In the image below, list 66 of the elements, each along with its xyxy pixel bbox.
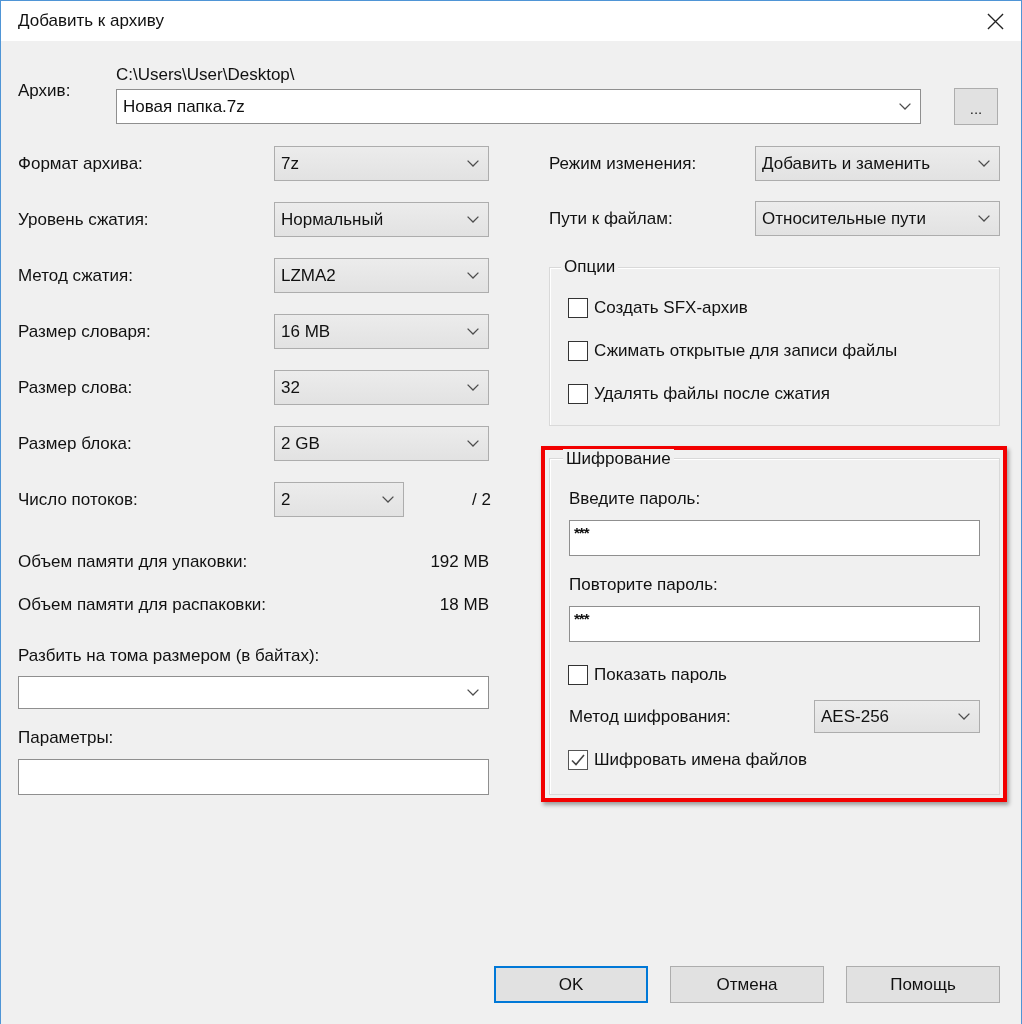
memory-label: Объем памяти для распаковки: bbox=[18, 595, 267, 615]
dropdown[interactable]: Добавить и заменить bbox=[755, 146, 1000, 181]
field-label: Архив: bbox=[18, 81, 72, 101]
memory-value: 18 MB bbox=[439, 595, 489, 615]
checkbox-label[interactable]: Показать пароль bbox=[594, 665, 727, 685]
checkbox[interactable] bbox=[568, 341, 588, 361]
field-label: Метод шифрования: bbox=[569, 706, 732, 727]
archive-name-field[interactable]: Новая папка.7z bbox=[116, 89, 921, 124]
chevron-icon bbox=[978, 215, 990, 222]
chevron-icon bbox=[467, 160, 479, 167]
field-label: Режим изменения: bbox=[549, 153, 698, 174]
chevron-icon bbox=[958, 713, 970, 720]
dialog-button[interactable]: Помощь bbox=[846, 966, 1000, 1003]
dropdown[interactable]: 16 MB bbox=[274, 314, 489, 349]
checkbox-label[interactable]: Создать SFX-архив bbox=[594, 298, 748, 318]
checkbox[interactable] bbox=[568, 298, 588, 318]
group-title: Опции bbox=[561, 257, 619, 277]
password-field[interactable]: *** bbox=[569, 606, 980, 642]
dialog-button[interactable]: Отмена bbox=[670, 966, 824, 1003]
dropdown[interactable]: AES-256 bbox=[814, 700, 980, 733]
dropdown[interactable]: Относительные пути bbox=[755, 201, 1000, 236]
chevron-icon bbox=[467, 328, 479, 335]
field-label: Разбить на тома размером (в байтах): bbox=[18, 646, 321, 666]
dropdown[interactable]: 7z bbox=[274, 146, 489, 181]
chevron-icon bbox=[467, 440, 479, 447]
volume-size-field[interactable] bbox=[18, 676, 489, 709]
close-icon[interactable] bbox=[987, 12, 1004, 30]
field-label: Метод сжатия: bbox=[18, 265, 134, 286]
browse-button[interactable]: ... bbox=[954, 88, 998, 125]
chevron-icon bbox=[382, 496, 394, 503]
chevron-icon bbox=[899, 103, 911, 110]
window-title: Добавить к архиву bbox=[18, 11, 164, 31]
chevron-icon bbox=[978, 160, 990, 167]
dropdown[interactable]: Нормальный bbox=[274, 202, 489, 237]
field-label: Уровень сжатия: bbox=[18, 209, 150, 230]
field-label: Размер словаря: bbox=[18, 321, 152, 342]
field-label: Введите пароль: bbox=[569, 489, 702, 509]
thread-count-max: / 2 bbox=[472, 489, 491, 510]
memory-label: Объем памяти для упаковки: bbox=[18, 552, 248, 572]
memory-value: 192 MB bbox=[430, 552, 489, 572]
dropdown[interactable]: 2 GB bbox=[274, 426, 489, 461]
field-label: Число потоков: bbox=[18, 489, 139, 510]
parameters-field[interactable] bbox=[18, 759, 489, 795]
field-label: Размер слова: bbox=[18, 377, 134, 398]
field-label: Пути к файлам: bbox=[549, 208, 674, 229]
field-label: Повторите пароль: bbox=[569, 575, 719, 595]
chevron-icon bbox=[467, 689, 479, 696]
dropdown[interactable]: 32 bbox=[274, 370, 489, 405]
checkbox-label[interactable]: Удалять файлы после сжатия bbox=[594, 384, 831, 404]
dialog-button[interactable]: OK bbox=[494, 966, 648, 1003]
password-field[interactable]: *** bbox=[569, 520, 980, 556]
group-title: Шифрование bbox=[563, 449, 674, 469]
field-label: Параметры: bbox=[18, 728, 115, 748]
field-label: Формат архива: bbox=[18, 153, 144, 174]
checkbox-label[interactable]: Сжимать открытые для записи файлы bbox=[594, 341, 898, 361]
checkbox-label[interactable]: Шифровать имена файлов bbox=[594, 750, 807, 770]
archive-path: C:\Users\User\Desktop\ bbox=[116, 65, 296, 85]
dropdown[interactable]: LZMA2 bbox=[274, 258, 489, 293]
field-label: Размер блока: bbox=[18, 433, 133, 454]
chevron-icon bbox=[467, 384, 479, 391]
dropdown[interactable]: 2 bbox=[274, 482, 404, 517]
chevron-icon bbox=[467, 216, 479, 223]
checkbox[interactable] bbox=[568, 384, 588, 404]
chevron-icon bbox=[467, 272, 479, 279]
checkbox[interactable] bbox=[568, 750, 588, 770]
checkbox[interactable] bbox=[568, 665, 588, 685]
